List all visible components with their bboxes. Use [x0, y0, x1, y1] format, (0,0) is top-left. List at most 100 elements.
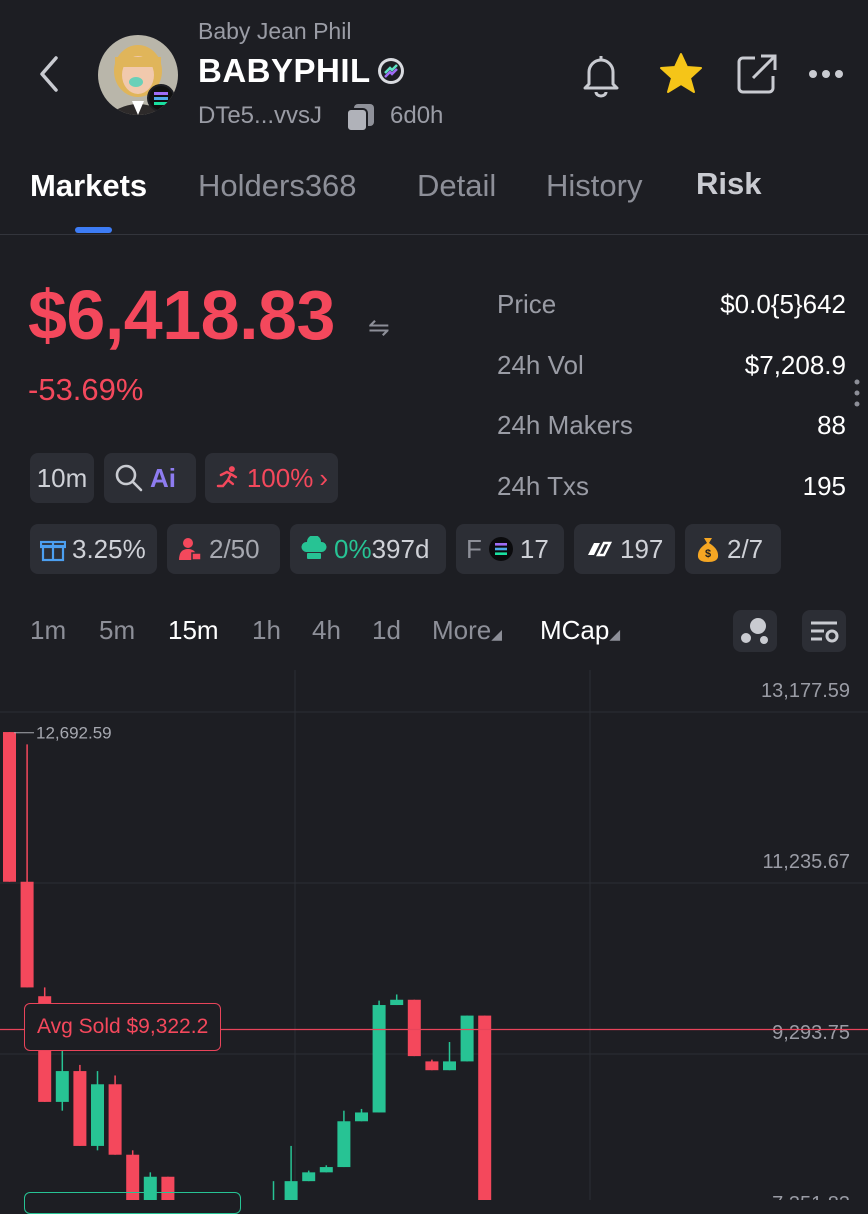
- runner-percent: 100%: [246, 462, 314, 493]
- gift-icon: [40, 540, 66, 562]
- chip-solana[interactable]: F 17: [456, 524, 564, 574]
- solana-icon: [488, 537, 513, 561]
- stat-label-makers: 24h Makers: [497, 410, 633, 440]
- swap-units-icon[interactable]: ⇋: [368, 312, 390, 343]
- tf-15m[interactable]: 15m: [168, 615, 219, 646]
- tf-more-label: More: [432, 615, 492, 645]
- candle-body: [20, 881, 34, 988]
- chip-money[interactable]: $ 2/7: [685, 524, 781, 574]
- token-avatar: [98, 35, 178, 115]
- tab-detail[interactable]: Detail: [417, 168, 496, 204]
- chip-user-value: 2/50: [209, 533, 260, 564]
- tf-1h[interactable]: 1h: [252, 615, 281, 646]
- interval-chip[interactable]: 10m: [30, 453, 94, 503]
- interval-label: 10m: [36, 462, 88, 493]
- chef-hat-icon: [301, 536, 327, 559]
- ai-label: Ai: [150, 462, 176, 493]
- avg-bought-badge: [24, 1192, 241, 1214]
- market-cap-price: $6,418.83: [28, 276, 335, 354]
- tab-risk[interactable]: Risk: [696, 166, 761, 202]
- y-tick-label: 7,351.83: [772, 1193, 850, 1200]
- candle-body: [478, 1015, 492, 1200]
- candle-body: [3, 732, 16, 882]
- candle-body: [460, 1015, 474, 1062]
- user-icon: [179, 538, 202, 561]
- candle-body: [91, 1084, 104, 1146]
- stat-value-txs: 195: [802, 471, 846, 501]
- candlestick-chart[interactable]: 13,177.59 11,235.67 9,293.75 7,351.83 12,69…: [0, 670, 868, 1200]
- caret-icon: ◢: [609, 626, 621, 642]
- candle-body: [443, 1061, 456, 1071]
- candle-body: [372, 1005, 386, 1113]
- stat-value-vol: $7,208.9: [744, 350, 846, 380]
- favorite-button[interactable]: [657, 50, 705, 98]
- runner-icon: [216, 466, 238, 488]
- y-tick-label: 11,235.67: [763, 851, 851, 873]
- chip-solana-prefix: F: [466, 533, 482, 564]
- share-button[interactable]: [733, 50, 781, 98]
- star-icon: [660, 53, 702, 93]
- back-button[interactable]: [30, 52, 70, 96]
- token-name: Baby Jean Phil: [198, 18, 352, 44]
- bubbles-icon: [741, 618, 768, 644]
- search-icon: [115, 464, 143, 492]
- candle-body: [73, 1071, 87, 1146]
- svg-text:$: $: [705, 548, 711, 560]
- more-icon: [809, 70, 843, 78]
- notification-button[interactable]: [577, 50, 625, 98]
- copy-address-button[interactable]: [345, 102, 377, 132]
- copy-icon: [346, 104, 374, 132]
- avg-sold-badge: Avg Sold $9,322.2: [24, 1003, 222, 1051]
- share-icon: [737, 54, 777, 94]
- settings-icon: [811, 621, 839, 643]
- stat-value-makers: 88: [817, 410, 846, 440]
- tf-5m[interactable]: 5m: [99, 615, 135, 646]
- chip-solana-value: 17: [519, 533, 549, 564]
- candle-body: [55, 1071, 69, 1102]
- chart-indicator-button[interactable]: [733, 610, 777, 652]
- chip-chef-days: 397d: [371, 533, 430, 564]
- tab-holders[interactable]: Holders368: [198, 168, 357, 204]
- candles: [3, 732, 492, 1200]
- chip-gift-value: 3.25%: [72, 533, 146, 564]
- token-address: DTe5...vvsJ: [198, 102, 323, 129]
- candle-body: [302, 1172, 316, 1182]
- caret-icon: ◢: [491, 626, 503, 642]
- chip-link-value: 197: [620, 533, 664, 564]
- candle-body: [108, 1084, 122, 1155]
- y-tick-label: 13,177.59: [761, 680, 850, 702]
- stat-value-price: $0.0{5}642: [720, 289, 846, 319]
- back-icon: [40, 56, 58, 92]
- more-button[interactable]: [805, 50, 853, 98]
- tab-markets[interactable]: Markets: [30, 168, 147, 204]
- active-tab-indicator: [75, 227, 112, 233]
- high-marker-label: 12,692.59: [36, 724, 112, 743]
- chip-chef[interactable]: 0% 397d: [290, 524, 446, 574]
- chip-link[interactable]: 197: [574, 524, 675, 574]
- chevron-right-icon: ›: [319, 462, 328, 493]
- chip-user[interactable]: 2/50: [167, 524, 280, 574]
- chip-gift[interactable]: 3.25%: [30, 524, 157, 574]
- mcap-toggle[interactable]: MCap◢: [540, 615, 620, 646]
- chip-chef-percent: 0%: [334, 533, 372, 564]
- stats-more-icon[interactable]: [852, 378, 862, 408]
- tf-1d[interactable]: 1d: [372, 615, 401, 646]
- tab-history[interactable]: History: [546, 168, 642, 204]
- avg-sold-label: Avg Sold $9,322.2: [37, 1015, 209, 1038]
- stat-label-vol: 24h Vol: [497, 350, 584, 380]
- runner-chip[interactable]: 100% ›: [205, 453, 338, 503]
- candle-body: [319, 1167, 333, 1173]
- ai-search-chip[interactable]: Ai: [104, 453, 196, 503]
- tf-4h[interactable]: 4h: [312, 615, 341, 646]
- candle-body: [337, 1121, 351, 1168]
- stat-label-txs: 24h Txs: [497, 471, 590, 501]
- tf-1m[interactable]: 1m: [30, 615, 66, 646]
- candle-body: [407, 999, 421, 1057]
- stat-label-price: Price: [497, 289, 557, 319]
- tf-more[interactable]: More◢: [432, 615, 502, 646]
- y-axis-labels: 13,177.59 11,235.67 9,293.75 7,351.83: [761, 680, 850, 1200]
- token-symbol: BABYPHIL: [198, 52, 371, 89]
- chart-settings-button[interactable]: [802, 610, 846, 652]
- money-bag-icon: $: [697, 538, 719, 562]
- candle-body: [355, 1112, 368, 1122]
